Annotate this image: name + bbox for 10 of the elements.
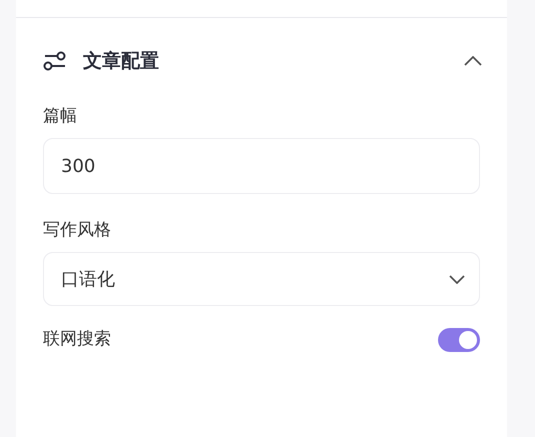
sliders-icon <box>43 51 67 71</box>
toggle-switch[interactable] <box>438 328 480 352</box>
section-title: 文章配置 <box>83 48 159 74</box>
input-field[interactable]: 300 <box>43 138 480 194</box>
chevron-down-icon <box>449 274 465 284</box>
field-label: 写作风格 <box>43 219 112 242</box>
style-dropdown[interactable]: 口语化 <box>43 252 480 306</box>
field-label: 篇幅 <box>43 105 78 128</box>
chevron-icon <box>464 56 482 66</box>
field-label: 联网搜索 <box>43 328 111 352</box>
